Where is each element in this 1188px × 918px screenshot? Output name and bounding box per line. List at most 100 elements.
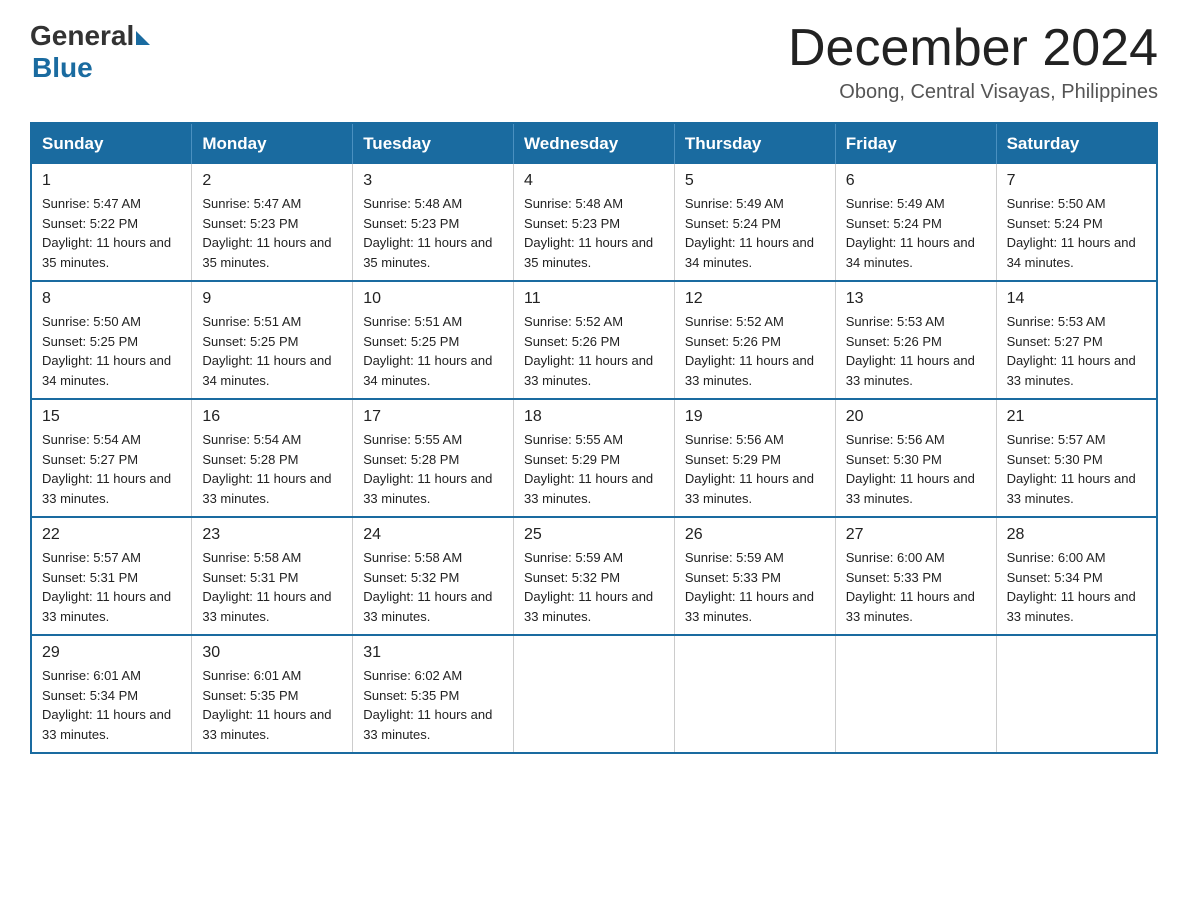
day-number: 10: [363, 290, 503, 308]
day-info: Sunrise: 5:54 AMSunset: 5:27 PMDaylight:…: [42, 430, 181, 508]
calendar-cell: 13 Sunrise: 5:53 AMSunset: 5:26 PMDayligh…: [835, 281, 996, 399]
day-info: Sunrise: 5:51 AMSunset: 5:25 PMDaylight:…: [202, 312, 342, 390]
calendar-cell: 8 Sunrise: 5:50 AMSunset: 5:25 PMDaylight…: [31, 281, 192, 399]
calendar-header-thursday: Thursday: [674, 123, 835, 164]
calendar-cell: 23 Sunrise: 5:58 AMSunset: 5:31 PMDayligh…: [192, 517, 353, 635]
day-number: 14: [1007, 290, 1146, 308]
day-number: 2: [202, 172, 342, 190]
calendar-cell: 2 Sunrise: 5:47 AMSunset: 5:23 PMDaylight…: [192, 164, 353, 281]
calendar-week-row: 22 Sunrise: 5:57 AMSunset: 5:31 PMDayligh…: [31, 517, 1157, 635]
day-number: 30: [202, 644, 342, 662]
day-number: 25: [524, 526, 664, 544]
month-title: December 2024: [788, 20, 1158, 77]
calendar-header-sunday: Sunday: [31, 123, 192, 164]
calendar-header-monday: Monday: [192, 123, 353, 164]
calendar-header-saturday: Saturday: [996, 123, 1157, 164]
day-number: 20: [846, 408, 986, 426]
calendar-cell: [996, 635, 1157, 753]
day-info: Sunrise: 5:58 AMSunset: 5:32 PMDaylight:…: [363, 548, 503, 626]
day-number: 28: [1007, 526, 1146, 544]
day-info: Sunrise: 5:47 AMSunset: 5:23 PMDaylight:…: [202, 194, 342, 272]
calendar-cell: 18 Sunrise: 5:55 AMSunset: 5:29 PMDayligh…: [514, 399, 675, 517]
day-number: 6: [846, 172, 986, 190]
calendar-cell: 26 Sunrise: 5:59 AMSunset: 5:33 PMDayligh…: [674, 517, 835, 635]
day-number: 17: [363, 408, 503, 426]
day-info: Sunrise: 5:57 AMSunset: 5:31 PMDaylight:…: [42, 548, 181, 626]
calendar-week-row: 29 Sunrise: 6:01 AMSunset: 5:34 PMDayligh…: [31, 635, 1157, 753]
day-info: Sunrise: 5:59 AMSunset: 5:33 PMDaylight:…: [685, 548, 825, 626]
day-number: 18: [524, 408, 664, 426]
day-number: 19: [685, 408, 825, 426]
calendar-header-row: SundayMondayTuesdayWednesdayThursdayFrid…: [31, 123, 1157, 164]
logo-general-text: General: [30, 20, 134, 52]
day-info: Sunrise: 5:53 AMSunset: 5:27 PMDaylight:…: [1007, 312, 1146, 390]
calendar-cell: [674, 635, 835, 753]
day-number: 11: [524, 290, 664, 308]
day-info: Sunrise: 6:01 AMSunset: 5:35 PMDaylight:…: [202, 666, 342, 744]
location-text: Obong, Central Visayas, Philippines: [788, 81, 1158, 104]
calendar-cell: 30 Sunrise: 6:01 AMSunset: 5:35 PMDayligh…: [192, 635, 353, 753]
title-section: December 2024 Obong, Central Visayas, Ph…: [788, 20, 1158, 104]
day-number: 8: [42, 290, 181, 308]
day-info: Sunrise: 5:47 AMSunset: 5:22 PMDaylight:…: [42, 194, 181, 272]
day-info: Sunrise: 5:55 AMSunset: 5:29 PMDaylight:…: [524, 430, 664, 508]
calendar-cell: 4 Sunrise: 5:48 AMSunset: 5:23 PMDaylight…: [514, 164, 675, 281]
day-info: Sunrise: 5:52 AMSunset: 5:26 PMDaylight:…: [524, 312, 664, 390]
calendar-cell: 21Sunrise: 5:57 AMSunset: 5:30 PMDayligh…: [996, 399, 1157, 517]
day-number: 7: [1007, 172, 1146, 190]
day-info: Sunrise: 5:59 AMSunset: 5:32 PMDaylight:…: [524, 548, 664, 626]
calendar-cell: 3Sunrise: 5:48 AMSunset: 5:23 PMDaylight…: [353, 164, 514, 281]
day-number: 12: [685, 290, 825, 308]
calendar-cell: 11 Sunrise: 5:52 AMSunset: 5:26 PMDayligh…: [514, 281, 675, 399]
calendar-header-wednesday: Wednesday: [514, 123, 675, 164]
day-info: Sunrise: 5:49 AMSunset: 5:24 PMDaylight:…: [685, 194, 825, 272]
day-number: 29: [42, 644, 181, 662]
day-info: Sunrise: 6:00 AMSunset: 5:34 PMDaylight:…: [1007, 548, 1146, 626]
calendar-cell: 19Sunrise: 5:56 AMSunset: 5:29 PMDayligh…: [674, 399, 835, 517]
day-number: 27: [846, 526, 986, 544]
calendar-cell: 17 Sunrise: 5:55 AMSunset: 5:28 PMDayligh…: [353, 399, 514, 517]
day-info: Sunrise: 5:53 AMSunset: 5:26 PMDaylight:…: [846, 312, 986, 390]
day-number: 16: [202, 408, 342, 426]
calendar-cell: 31Sunrise: 6:02 AMSunset: 5:35 PMDayligh…: [353, 635, 514, 753]
calendar-cell: 1Sunrise: 5:47 AMSunset: 5:22 PMDaylight…: [31, 164, 192, 281]
day-number: 22: [42, 526, 181, 544]
day-number: 15: [42, 408, 181, 426]
calendar-cell: 22 Sunrise: 5:57 AMSunset: 5:31 PMDayligh…: [31, 517, 192, 635]
logo: General Blue: [30, 20, 150, 84]
logo-arrow-icon: [136, 31, 150, 45]
calendar-cell: 28 Sunrise: 6:00 AMSunset: 5:34 PMDayligh…: [996, 517, 1157, 635]
day-info: Sunrise: 6:01 AMSunset: 5:34 PMDaylight:…: [42, 666, 181, 744]
calendar-cell: 20Sunrise: 5:56 AMSunset: 5:30 PMDayligh…: [835, 399, 996, 517]
calendar-cell: [835, 635, 996, 753]
day-number: 9: [202, 290, 342, 308]
calendar-cell: 15 Sunrise: 5:54 AMSunset: 5:27 PMDayligh…: [31, 399, 192, 517]
day-number: 23: [202, 526, 342, 544]
calendar-cell: 25 Sunrise: 5:59 AMSunset: 5:32 PMDayligh…: [514, 517, 675, 635]
logo-blue-text: Blue: [32, 52, 93, 84]
calendar-cell: 16 Sunrise: 5:54 AMSunset: 5:28 PMDayligh…: [192, 399, 353, 517]
day-number: 4: [524, 172, 664, 190]
page-header: General Blue December 2024 Obong, Centra…: [30, 20, 1158, 104]
day-info: Sunrise: 5:48 AMSunset: 5:23 PMDaylight:…: [524, 194, 664, 272]
calendar-week-row: 8 Sunrise: 5:50 AMSunset: 5:25 PMDaylight…: [31, 281, 1157, 399]
day-info: Sunrise: 5:54 AMSunset: 5:28 PMDaylight:…: [202, 430, 342, 508]
day-number: 26: [685, 526, 825, 544]
day-info: Sunrise: 5:51 AMSunset: 5:25 PMDaylight:…: [363, 312, 503, 390]
day-number: 24: [363, 526, 503, 544]
day-info: Sunrise: 5:48 AMSunset: 5:23 PMDaylight:…: [363, 194, 503, 272]
day-number: 13: [846, 290, 986, 308]
day-info: Sunrise: 5:50 AMSunset: 5:25 PMDaylight:…: [42, 312, 181, 390]
day-number: 31: [363, 644, 503, 662]
day-info: Sunrise: 5:52 AMSunset: 5:26 PMDaylight:…: [685, 312, 825, 390]
day-info: Sunrise: 6:00 AMSunset: 5:33 PMDaylight:…: [846, 548, 986, 626]
calendar-cell: 24 Sunrise: 5:58 AMSunset: 5:32 PMDayligh…: [353, 517, 514, 635]
calendar-cell: [514, 635, 675, 753]
day-info: Sunrise: 5:58 AMSunset: 5:31 PMDaylight:…: [202, 548, 342, 626]
day-info: Sunrise: 5:55 AMSunset: 5:28 PMDaylight:…: [363, 430, 503, 508]
calendar-cell: 9 Sunrise: 5:51 AMSunset: 5:25 PMDaylight…: [192, 281, 353, 399]
calendar-cell: 6Sunrise: 5:49 AMSunset: 5:24 PMDaylight…: [835, 164, 996, 281]
day-info: Sunrise: 5:50 AMSunset: 5:24 PMDaylight:…: [1007, 194, 1146, 272]
calendar-cell: 27 Sunrise: 6:00 AMSunset: 5:33 PMDayligh…: [835, 517, 996, 635]
calendar-header-friday: Friday: [835, 123, 996, 164]
